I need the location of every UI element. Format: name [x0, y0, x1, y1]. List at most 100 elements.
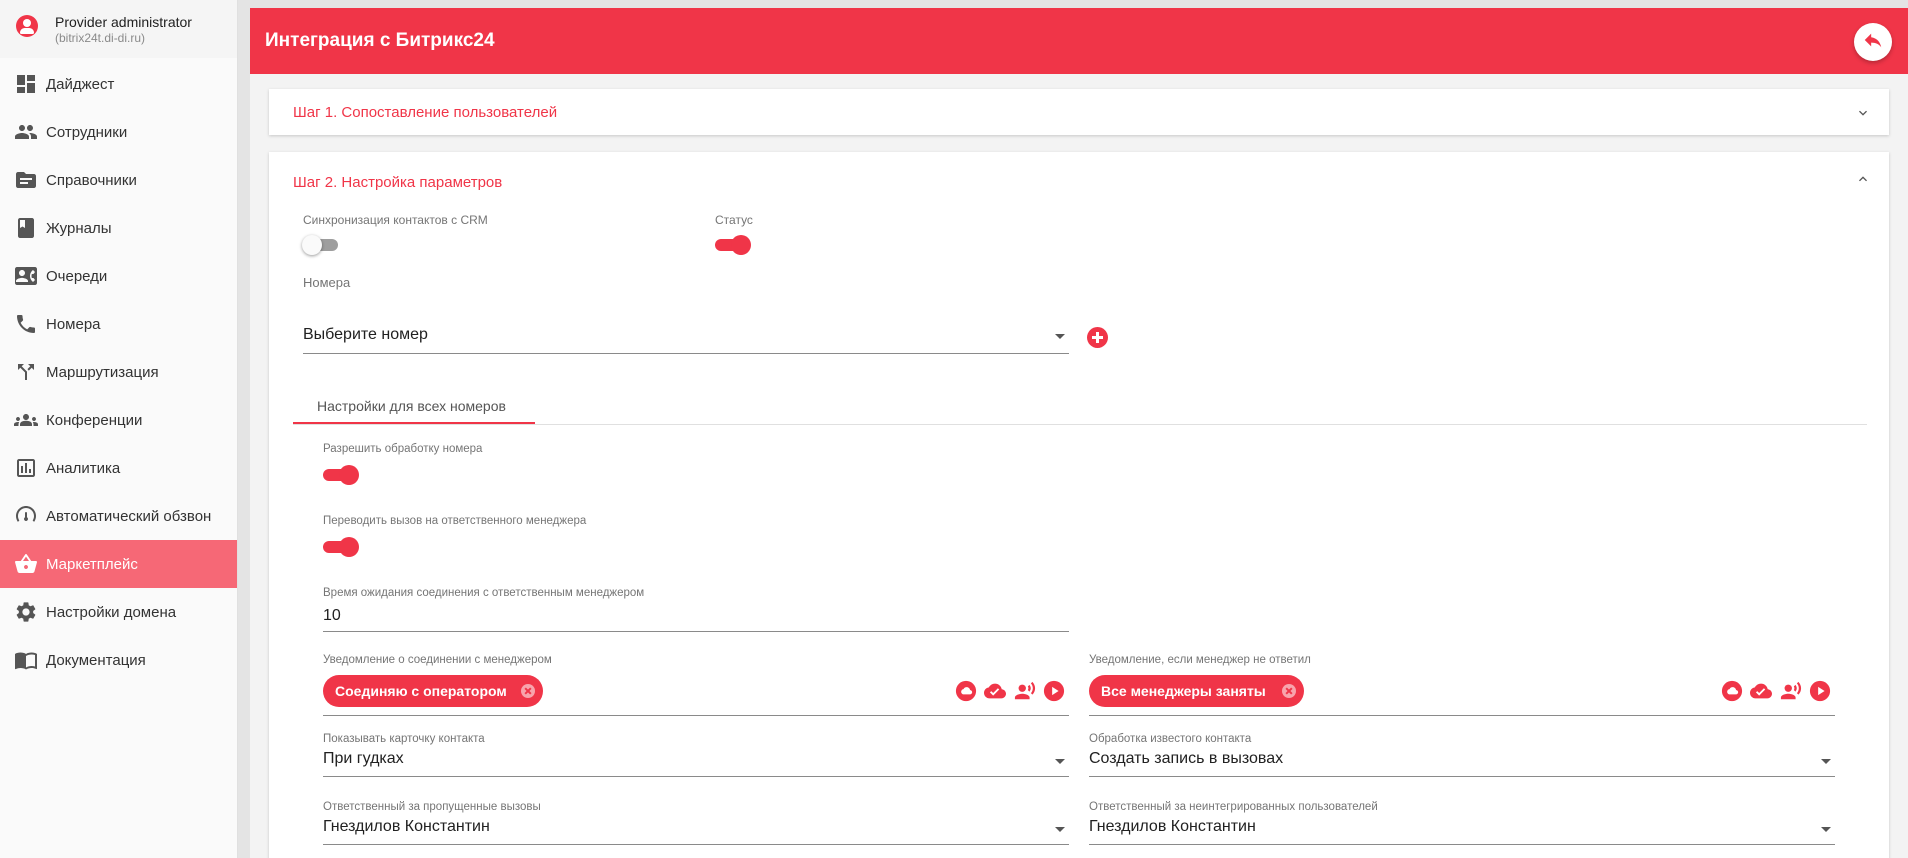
- record-voice-icon[interactable]: [1014, 680, 1036, 702]
- chevron-up-icon[interactable]: [1855, 171, 1871, 187]
- sidebar-item-label: Автоматический обзвон: [46, 507, 212, 525]
- people-icon: [14, 120, 38, 144]
- cloud-icon[interactable]: [1721, 680, 1743, 702]
- missed-calls-value: Гнездилов Константин: [323, 818, 490, 835]
- play-icon[interactable]: [1043, 680, 1065, 702]
- numbers-select[interactable]: Выберите номер: [303, 326, 1069, 354]
- gear-icon: [14, 600, 38, 624]
- numbers-label: Номера: [303, 275, 351, 290]
- dropdown-arrow-icon: [1055, 827, 1065, 832]
- status-label: Статус: [715, 213, 753, 227]
- step1-panel[interactable]: Шаг 1. Сопоставление пользователей: [269, 89, 1889, 135]
- book-icon: [14, 216, 38, 240]
- tab-divider: [293, 424, 1867, 425]
- known-contact-select[interactable]: Создать запись в вызовах: [1089, 749, 1835, 777]
- show-card-value: При гудках: [323, 750, 404, 767]
- chevron-down-icon[interactable]: [1855, 105, 1871, 121]
- sidebar-item-label: Конференции: [46, 411, 143, 429]
- sidebar-item-directories[interactable]: Справочники: [0, 156, 237, 204]
- docs-icon: [14, 648, 38, 672]
- play-icon[interactable]: [1809, 680, 1831, 702]
- sidebar-item-employees[interactable]: Сотрудники: [0, 108, 237, 156]
- dropdown-arrow-icon: [1055, 334, 1065, 339]
- add-number-button[interactable]: [1087, 327, 1108, 348]
- sidebar-item-auto-dial[interactable]: Автоматический обзвон: [0, 492, 237, 540]
- cloud-done-icon[interactable]: [1750, 680, 1772, 702]
- notify-connect-chip[interactable]: Соединяю с оператором: [323, 675, 543, 707]
- sidebar-item-label: Маркетплейс: [46, 555, 138, 573]
- forward-manager-label: Переводить вызов на ответственного менед…: [323, 515, 587, 527]
- user-name: Provider administrator: [55, 14, 192, 30]
- sidebar-nav: Дайджест Сотрудники Справочники Журналы …: [0, 60, 237, 684]
- notify-noanswer-chip[interactable]: Все менеджеры заняты: [1089, 675, 1304, 707]
- sidebar-item-marketplace[interactable]: Маркетплейс: [0, 540, 237, 588]
- sidebar-item-domain-settings[interactable]: Настройки домена: [0, 588, 237, 636]
- step2-title[interactable]: Шаг 2. Настройка параметров: [293, 174, 502, 191]
- missed-calls-select[interactable]: Гнездилов Константин: [323, 817, 1069, 845]
- notify-noanswer-label: Уведомление, если менеджер не ответил: [1089, 654, 1311, 666]
- basket-icon: [14, 552, 38, 576]
- cloud-done-icon[interactable]: [984, 680, 1006, 702]
- sidebar-item-digest[interactable]: Дайджест: [0, 60, 237, 108]
- sidebar-item-label: Маршрутизация: [46, 363, 159, 381]
- cloud-icon[interactable]: [955, 680, 977, 702]
- missed-calls-label: Ответственный за пропущенные вызовы: [323, 801, 541, 813]
- show-card-select[interactable]: При гудках: [323, 749, 1069, 777]
- wait-time-input[interactable]: 10: [323, 606, 1069, 632]
- sidebar-item-label: Настройки домена: [46, 603, 177, 621]
- crm-sync-toggle[interactable]: [302, 233, 340, 255]
- sidebar-item-label: Сотрудники: [46, 123, 128, 141]
- allow-processing-toggle[interactable]: [321, 463, 359, 485]
- unintegrated-value: Гнездилов Константин: [1089, 818, 1256, 835]
- page-title: Интеграция с Битрикс24: [265, 30, 495, 51]
- chip-remove-icon[interactable]: [1282, 684, 1296, 698]
- sidebar-item-conferences[interactable]: Конференции: [0, 396, 237, 444]
- notify-connect-label: Уведомление о соединении с менеджером: [323, 654, 552, 666]
- back-button[interactable]: [1854, 23, 1892, 61]
- main-content: Интеграция с Битрикс24 Шаг 1. Сопоставле…: [250, 8, 1908, 858]
- step1-title[interactable]: Шаг 1. Сопоставление пользователей: [293, 104, 557, 121]
- account-icon: [16, 15, 38, 37]
- dropdown-arrow-icon: [1055, 759, 1065, 764]
- sidebar-item-label: Номера: [46, 315, 101, 333]
- wait-time-label: Время ожидания соединения с ответственны…: [323, 587, 645, 599]
- sidebar-item-queues[interactable]: Очереди: [0, 252, 237, 300]
- numbers-select-placeholder: Выберите номер: [303, 326, 428, 343]
- known-contact-label: Обработка известого контакта: [1089, 733, 1252, 745]
- chip-remove-icon[interactable]: [521, 684, 535, 698]
- forward-manager-toggle[interactable]: [321, 535, 359, 557]
- dashboard-icon: [14, 72, 38, 96]
- wait-time-value: 10: [323, 607, 341, 624]
- show-card-label: Показывать карточку контакта: [323, 733, 485, 745]
- status-toggle[interactable]: [713, 233, 751, 255]
- known-contact-value: Создать запись в вызовах: [1089, 750, 1284, 767]
- sidebar-item-label: Журналы: [46, 219, 112, 237]
- reply-icon: [1862, 29, 1884, 56]
- phone-icon: [14, 312, 38, 336]
- sidebar-item-numbers[interactable]: Номера: [0, 300, 237, 348]
- call-split-icon: [14, 360, 38, 384]
- analytics-icon: [14, 456, 38, 480]
- crm-sync-label: Синхронизация контактов с CRM: [303, 213, 488, 227]
- dropdown-arrow-icon: [1821, 827, 1831, 832]
- sidebar-item-label: Дайджест: [46, 75, 115, 93]
- sidebar-item-label: Аналитика: [46, 459, 121, 477]
- group-icon: [14, 408, 38, 432]
- record-voice-icon[interactable]: [1780, 680, 1802, 702]
- chip-label: Соединяю с оператором: [335, 683, 507, 699]
- sidebar-item-analytics[interactable]: Аналитика: [0, 444, 237, 492]
- user-block: Provider administrator (bitrix24t.di-di.…: [0, 0, 237, 58]
- sidebar-item-journals[interactable]: Журналы: [0, 204, 237, 252]
- tab-all-numbers[interactable]: Настройки для всех номеров: [317, 398, 506, 414]
- unintegrated-label: Ответственный за неинтегрированных польз…: [1089, 801, 1378, 813]
- sidebar-item-routing[interactable]: Маршрутизация: [0, 348, 237, 396]
- sidebar-item-label: Документация: [46, 651, 146, 669]
- user-domain: (bitrix24t.di-di.ru): [55, 31, 146, 45]
- unintegrated-select[interactable]: Гнездилов Константин: [1089, 817, 1835, 845]
- folder-icon: [14, 168, 38, 192]
- sidebar: Provider administrator (bitrix24t.di-di.…: [0, 0, 238, 858]
- allow-processing-label: Разрешить обработку номера: [323, 443, 483, 455]
- dropdown-arrow-icon: [1821, 759, 1831, 764]
- sidebar-item-documentation[interactable]: Документация: [0, 636, 237, 684]
- header-bar: Интеграция с Битрикс24: [250, 8, 1908, 74]
